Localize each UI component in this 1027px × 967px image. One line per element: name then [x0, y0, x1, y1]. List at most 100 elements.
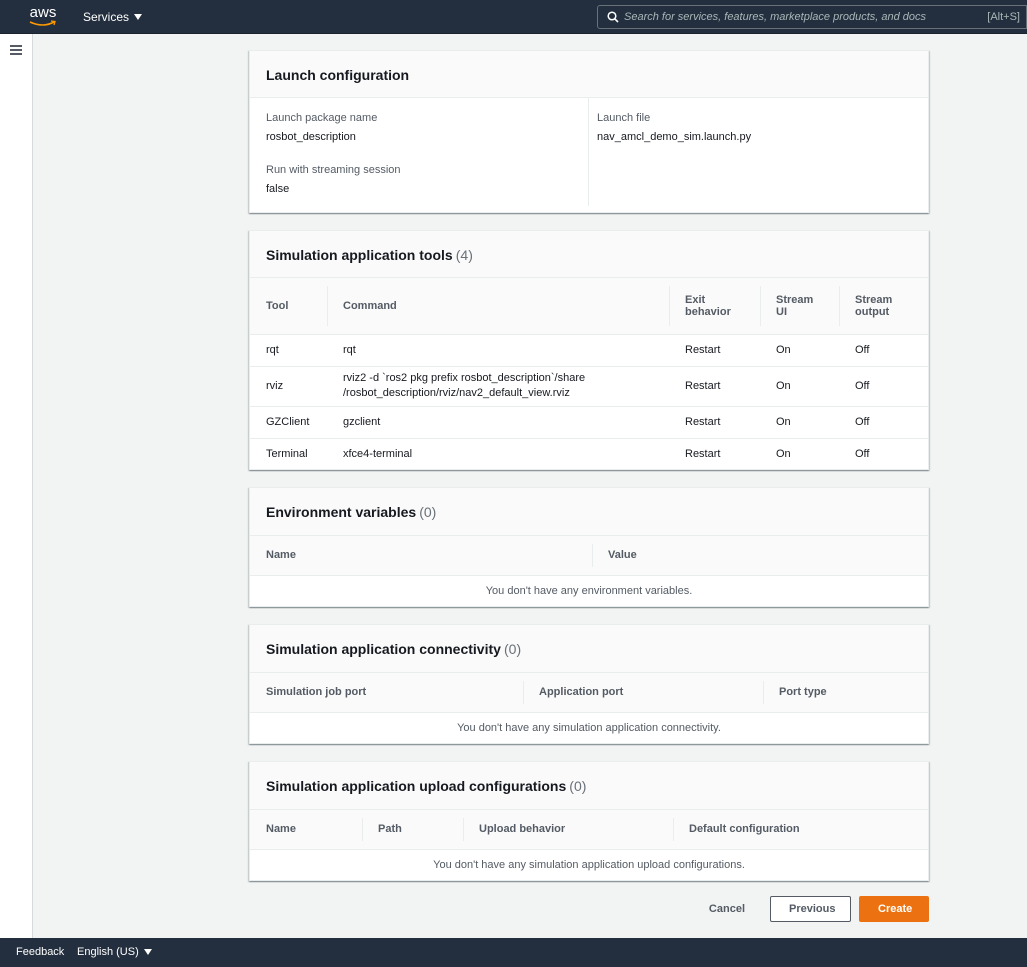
aws-logo[interactable]: aws [28, 5, 58, 29]
aws-logo-text: aws [29, 4, 57, 21]
language-selector[interactable]: English (US) [77, 946, 152, 958]
language-label: English (US) [77, 946, 139, 958]
empty-message: You don't have any simulation applicatio… [250, 848, 928, 881]
column-header[interactable]: Value [592, 536, 928, 575]
search-shortcut: [Alt+S] [987, 11, 1020, 23]
form-actions: Cancel Previous Create [701, 896, 929, 922]
column-divider [588, 98, 589, 206]
panel-header: Environment variables (0) [250, 488, 928, 536]
top-navigation: aws Services [Alt+S] [0, 0, 1027, 34]
column-header[interactable]: Port type [763, 673, 928, 712]
services-label: Services [83, 10, 130, 24]
table-row: GZClient gzclient Restart On Off [250, 405, 928, 438]
column-header[interactable]: Path [362, 810, 463, 849]
upload-configurations-table: Name Path Upload behavior Default config… [250, 810, 928, 881]
panel-title: Simulation application connectivity [266, 641, 501, 657]
launch-file-value: nav_amcl_demo_sim.launch.py [597, 131, 752, 143]
stream-ui-cell: On [760, 437, 839, 470]
panel-count: (0) [504, 641, 522, 657]
create-button[interactable]: Create [859, 896, 929, 922]
command-cell: rviz2 -d `ros2 pkg prefix rosbot_descrip… [327, 365, 669, 406]
caret-down-icon [134, 14, 143, 20]
launch-file-label: Launch file [597, 112, 651, 124]
exit-cell: Restart [669, 365, 760, 406]
cancel-button[interactable]: Cancel [701, 903, 753, 915]
tools-panel: Simulation application tools (4) Tool Co… [249, 230, 929, 470]
environment-variables-table: Name Value You don't have any environmen… [250, 536, 928, 607]
exit-cell: Restart [669, 437, 760, 470]
tools-table: Tool Command Exit behavior Stream UI Str… [250, 278, 928, 470]
feedback-link[interactable]: Feedback [16, 946, 64, 958]
command-cell: rqt [327, 333, 669, 366]
panel-count: (4) [455, 247, 473, 263]
upload-configurations-panel: Simulation application upload configurat… [249, 761, 929, 881]
empty-message: You don't have any environment variables… [250, 574, 928, 607]
exit-cell: Restart [669, 405, 760, 438]
tool-cell: rqt [250, 333, 327, 366]
tool-cell: GZClient [250, 405, 327, 438]
search-bar[interactable]: [Alt+S] [597, 5, 1027, 29]
previous-button[interactable]: Previous [770, 896, 851, 922]
streaming-field: Run with streaming session false [266, 164, 401, 195]
empty-row: You don't have any simulation applicatio… [250, 848, 928, 881]
table-row: rqt rqt Restart On Off [250, 333, 928, 366]
streaming-label: Run with streaming session [266, 164, 401, 176]
panel-count: (0) [419, 504, 437, 520]
panel-count: (0) [569, 778, 587, 794]
column-header[interactable]: Exit behavior [669, 278, 760, 334]
stream-ui-cell: On [760, 405, 839, 438]
stream-output-cell: Off [839, 365, 928, 406]
stream-output-cell: Off [839, 437, 928, 470]
caret-down-icon [143, 949, 152, 955]
tool-cell: rviz [250, 365, 327, 406]
command-cell: xfce4-terminal [327, 437, 669, 470]
column-header[interactable]: Name [250, 810, 362, 849]
table-header-row: Tool Command Exit behavior Stream UI Str… [250, 278, 928, 334]
side-rail [0, 34, 33, 938]
panel-title: Simulation application tools [266, 247, 453, 263]
empty-row: You don't have any simulation applicatio… [250, 711, 928, 744]
panel-header: Simulation application upload configurat… [250, 762, 928, 810]
panel-header: Launch configuration [250, 51, 928, 98]
launch-file-field: Launch file nav_amcl_demo_sim.launch.py [597, 112, 751, 143]
launch-configuration-panel: Launch configuration Launch package name… [249, 50, 929, 213]
column-header[interactable]: Name [250, 536, 592, 575]
connectivity-table: Simulation job port Application port Por… [250, 673, 928, 744]
streaming-value: false [266, 183, 290, 195]
column-header[interactable]: Simulation job port [250, 673, 523, 712]
stream-ui-cell: On [760, 365, 839, 406]
column-header[interactable]: Upload behavior [463, 810, 673, 849]
stream-output-cell: Off [839, 333, 928, 366]
panel-title: Launch configuration [266, 67, 410, 83]
panel-header: Simulation application connectivity (0) [250, 625, 928, 673]
panel-title: Environment variables [266, 504, 417, 520]
environment-variables-panel: Environment variables (0) Name Value You… [249, 487, 929, 607]
search-icon [607, 11, 619, 23]
empty-row: You don't have any environment variables… [250, 574, 928, 607]
column-header[interactable]: Application port [523, 673, 763, 712]
table-row: Terminal xfce4-terminal Restart On Off [250, 437, 928, 470]
column-header[interactable]: Command [327, 278, 669, 334]
connectivity-panel: Simulation application connectivity (0) … [249, 624, 929, 744]
exit-cell: Restart [669, 333, 760, 366]
table-header-row: Name Value [250, 536, 928, 575]
menu-icon[interactable] [10, 45, 22, 55]
table-row: rviz rviz2 -d `ros2 pkg prefix rosbot_de… [250, 365, 928, 406]
panel-title: Simulation application upload configurat… [266, 778, 567, 794]
aws-smile-icon [29, 20, 56, 26]
table-header-row: Name Path Upload behavior Default config… [250, 810, 928, 849]
services-menu[interactable]: Services [83, 10, 143, 24]
stream-output-cell: Off [839, 405, 928, 438]
column-header[interactable]: Tool [250, 278, 327, 334]
command-cell: gzclient [327, 405, 669, 438]
table-header-row: Simulation job port Application port Por… [250, 673, 928, 712]
panel-header: Simulation application tools (4) [250, 231, 928, 278]
launch-package-value: rosbot_description [266, 131, 356, 143]
launch-package-label: Launch package name [266, 112, 378, 124]
search-input[interactable] [624, 8, 954, 26]
column-header[interactable]: Stream UI [760, 278, 839, 334]
column-header[interactable]: Stream output [839, 278, 928, 334]
console-footer: Feedback English (US) [0, 938, 1027, 967]
stream-ui-cell: On [760, 333, 839, 366]
column-header[interactable]: Default configuration [673, 810, 928, 849]
